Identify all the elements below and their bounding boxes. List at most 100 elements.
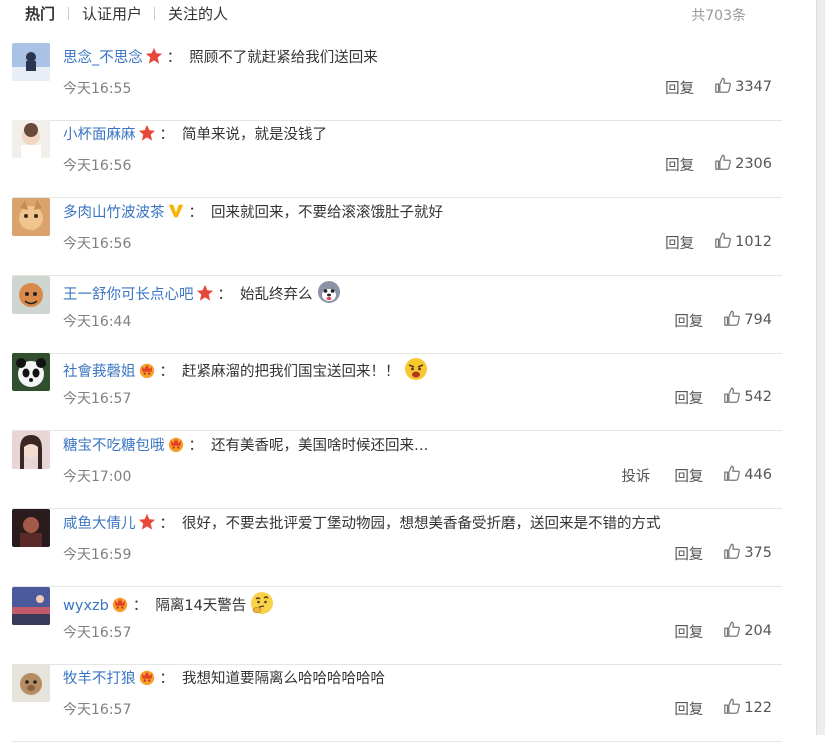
reply-button[interactable]: 回复 bbox=[665, 232, 694, 253]
avatar[interactable] bbox=[12, 276, 50, 314]
avatar[interactable] bbox=[12, 431, 50, 469]
comment-tabs: 热门 认证用户 关注的人 共703条 bbox=[0, 0, 790, 26]
comment-line: 牧羊不打狼 ： 我想知道要隔离么哈哈哈哈哈哈 bbox=[63, 668, 385, 690]
comment-actions: 回复 375 bbox=[674, 542, 772, 564]
comment-panel: 热门 认证用户 关注的人 共703条 思念_不思念 ： 照顾不了就赶紧给我们送回来今… bbox=[0, 0, 825, 742]
username-link[interactable]: wyxzb bbox=[63, 598, 109, 614]
username-link[interactable]: 糖宝不吃糖包哦 bbox=[63, 438, 165, 454]
username-link[interactable]: 小杯面麻麻 bbox=[63, 127, 136, 143]
comment-time: 今天16:44 bbox=[63, 314, 132, 330]
comment-text: 回来就回来，不要给滚滚饿肚子就好 bbox=[211, 205, 443, 221]
comment-line: wyxzb ： 隔离14天警告 bbox=[63, 591, 274, 614]
reply-button[interactable]: 回复 bbox=[674, 698, 703, 719]
comment-actions: 回复 3347 bbox=[665, 76, 772, 98]
colon-separator: ： bbox=[188, 438, 204, 454]
tab-verified-users[interactable]: 认证用户 bbox=[82, 3, 142, 24]
comment-time: 今天16:55 bbox=[63, 81, 132, 97]
thumbs-up-icon bbox=[714, 231, 735, 253]
comment-time: 今天16:59 bbox=[63, 547, 132, 563]
like-count: 542 bbox=[744, 389, 772, 405]
avatar[interactable] bbox=[12, 509, 50, 547]
tab-divider bbox=[154, 7, 155, 20]
comment-text: 赶紧麻溜的把我们国宝送回来！！ bbox=[182, 364, 400, 380]
like-button[interactable]: 1012 bbox=[714, 231, 772, 253]
like-button[interactable]: 375 bbox=[723, 542, 772, 564]
verified-v-icon[interactable] bbox=[167, 202, 185, 226]
comment-actions: 回复 204 bbox=[674, 620, 772, 642]
comment-time: 今天16:57 bbox=[63, 702, 132, 718]
comment-total-count: 共703条 bbox=[691, 8, 746, 24]
avatar[interactable] bbox=[12, 43, 50, 81]
username-link[interactable]: 思念_不思念 bbox=[63, 50, 143, 66]
comment-text: 始乱终弃么 bbox=[240, 287, 313, 303]
username-link[interactable]: 多肉山竹波波茶 bbox=[63, 205, 165, 221]
username-link[interactable]: 王一舒你可长点心吧 bbox=[63, 287, 194, 303]
avatar[interactable] bbox=[12, 664, 50, 702]
star-badge-icon[interactable] bbox=[138, 124, 156, 148]
reply-button[interactable]: 回复 bbox=[665, 77, 694, 98]
comment-line: 多肉山竹波波茶 ： 回来就回来，不要给滚滚饿肚子就好 bbox=[63, 202, 443, 224]
star-badge-icon[interactable] bbox=[196, 284, 214, 308]
thumbs-up-icon bbox=[714, 153, 735, 175]
reply-button[interactable]: 回复 bbox=[674, 310, 703, 331]
comment-item: 社會莪磬姐 ： 赶紧麻溜的把我们国宝送回来！！ 今天16:57 回复 542 bbox=[0, 353, 790, 431]
avatar[interactable] bbox=[12, 198, 50, 236]
comment-item: 咸鱼大倩儿 ： 很好，不要去批评爱丁堡动物园，想想美香备受折磨，送回来是不错的方式今… bbox=[0, 509, 790, 587]
avatar[interactable] bbox=[12, 120, 50, 158]
thumbs-up-icon bbox=[723, 697, 744, 719]
thumbs-up-icon bbox=[723, 620, 744, 642]
vip-crown-icon[interactable] bbox=[167, 435, 185, 459]
comment-actions: 投诉 回复 446 bbox=[621, 464, 772, 486]
reply-button[interactable]: 回复 bbox=[674, 543, 703, 564]
username-link[interactable]: 牧羊不打狼 bbox=[63, 671, 136, 687]
comment-actions: 回复 2306 bbox=[665, 153, 772, 175]
comment-time: 今天16:57 bbox=[63, 625, 132, 641]
vip-crown-icon[interactable] bbox=[138, 668, 156, 692]
comment-actions: 回复 122 bbox=[674, 697, 772, 719]
comment-actions: 回复 542 bbox=[674, 386, 772, 408]
colon-separator: ： bbox=[166, 50, 182, 66]
colon-separator: ： bbox=[132, 598, 148, 614]
reply-button[interactable]: 回复 bbox=[674, 465, 703, 486]
report-button[interactable]: 投诉 bbox=[621, 465, 650, 486]
vip-crown-icon[interactable] bbox=[111, 595, 129, 619]
reply-button[interactable]: 回复 bbox=[674, 621, 703, 642]
like-button[interactable]: 446 bbox=[723, 464, 772, 486]
colon-separator: ： bbox=[159, 127, 175, 143]
comment-text: 隔离14天警告 bbox=[155, 598, 247, 614]
tab-hot[interactable]: 热门 bbox=[25, 3, 55, 24]
scrollbar-track[interactable] bbox=[816, 0, 825, 735]
reply-button[interactable]: 回复 bbox=[665, 154, 694, 175]
star-badge-icon[interactable] bbox=[145, 47, 163, 71]
avatar[interactable] bbox=[12, 587, 50, 625]
username-link[interactable]: 社會莪磬姐 bbox=[63, 364, 136, 380]
colon-separator: ： bbox=[159, 671, 175, 687]
comment-line: 咸鱼大倩儿 ： 很好，不要去批评爱丁堡动物园，想想美香备受折磨，送回来是不错的方式 bbox=[63, 513, 661, 535]
tab-following[interactable]: 关注的人 bbox=[168, 3, 228, 24]
like-count: 794 bbox=[744, 312, 772, 328]
tab-divider bbox=[68, 7, 69, 20]
husky-emoji-icon bbox=[317, 280, 341, 310]
comment-time: 今天17:00 bbox=[63, 469, 132, 485]
reply-button[interactable]: 回复 bbox=[674, 387, 703, 408]
like-button[interactable]: 2306 bbox=[714, 153, 772, 175]
like-count: 122 bbox=[744, 700, 772, 716]
like-button[interactable]: 122 bbox=[723, 697, 772, 719]
avatar[interactable] bbox=[12, 353, 50, 391]
comment-time: 今天16:56 bbox=[63, 158, 132, 174]
comment-line: 思念_不思念 ： 照顾不了就赶紧给我们送回来 bbox=[63, 47, 378, 69]
like-button[interactable]: 794 bbox=[723, 309, 772, 331]
comment-item: 王一舒你可长点心吧 ： 始乱终弃么 今天16:44 回复 794 bbox=[0, 276, 790, 354]
colon-separator: ： bbox=[188, 205, 204, 221]
like-button[interactable]: 204 bbox=[723, 620, 772, 642]
comment-item: wyxzb ： 隔离14天警告今天16:57 回复 204 bbox=[0, 587, 790, 665]
like-button[interactable]: 3347 bbox=[714, 76, 772, 98]
comment-item: 小杯面麻麻 ： 简单来说，就是没钱了 今天16:56 回复 2306 bbox=[0, 120, 790, 198]
like-count: 204 bbox=[744, 623, 772, 639]
star-badge-icon[interactable] bbox=[138, 513, 156, 537]
like-button[interactable]: 542 bbox=[723, 386, 772, 408]
like-count: 375 bbox=[744, 545, 772, 561]
colon-separator: ： bbox=[159, 364, 175, 380]
username-link[interactable]: 咸鱼大倩儿 bbox=[63, 516, 136, 532]
vip-crown-icon[interactable] bbox=[138, 361, 156, 385]
